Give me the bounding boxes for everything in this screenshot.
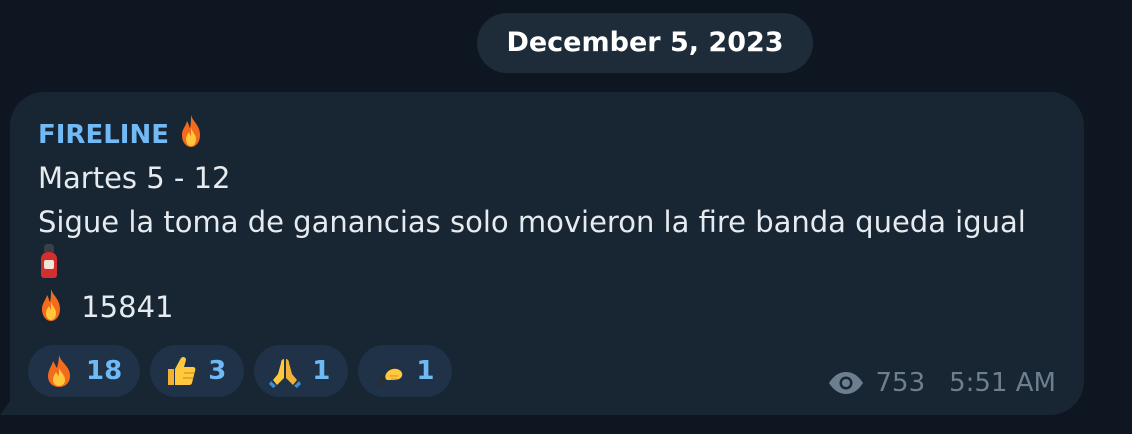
message-line-date: Martes 5 - 12	[38, 161, 231, 195]
reaction-count: 1	[416, 356, 435, 386]
message-bubble[interactable]: FIRELINE Martes 5 - 12 Sigue la toma de …	[10, 92, 1084, 415]
view-count: 753	[875, 368, 926, 398]
reaction-folded-hands[interactable]: 1	[254, 345, 349, 397]
fire-extinguisher-icon	[38, 244, 60, 278]
reaction-count: 18	[86, 356, 123, 386]
fire-icon	[38, 288, 64, 322]
reactions-bar: 18 3 1 1	[28, 345, 453, 397]
sender-line: FIRELINE	[38, 114, 204, 155]
message-meta: 753 5:51 AM	[827, 368, 1056, 398]
date-separator: December 5, 2023	[477, 13, 813, 73]
reaction-writing-hand[interactable]: 1	[358, 345, 453, 397]
reaction-thumbs-up[interactable]: 3	[150, 345, 245, 397]
reaction-count: 1	[312, 356, 331, 386]
folded-hands-icon	[268, 354, 302, 388]
message-line-price: 15841	[38, 287, 173, 327]
reaction-count: 3	[208, 356, 227, 386]
price-value: 15841	[81, 290, 174, 324]
reaction-fire[interactable]: 18	[28, 345, 141, 397]
message-line-text: Sigue la toma de ganancias solo movieron…	[38, 205, 1026, 239]
message-time: 5:51 AM	[949, 368, 1056, 398]
sender-name[interactable]: FIRELINE	[38, 120, 169, 150]
eye-icon	[827, 371, 865, 395]
fire-icon	[178, 114, 204, 148]
fire-icon	[42, 354, 76, 388]
message-line-extinguisher	[38, 242, 60, 282]
writing-hand-icon	[372, 354, 406, 388]
thumbs-up-icon	[164, 354, 198, 388]
